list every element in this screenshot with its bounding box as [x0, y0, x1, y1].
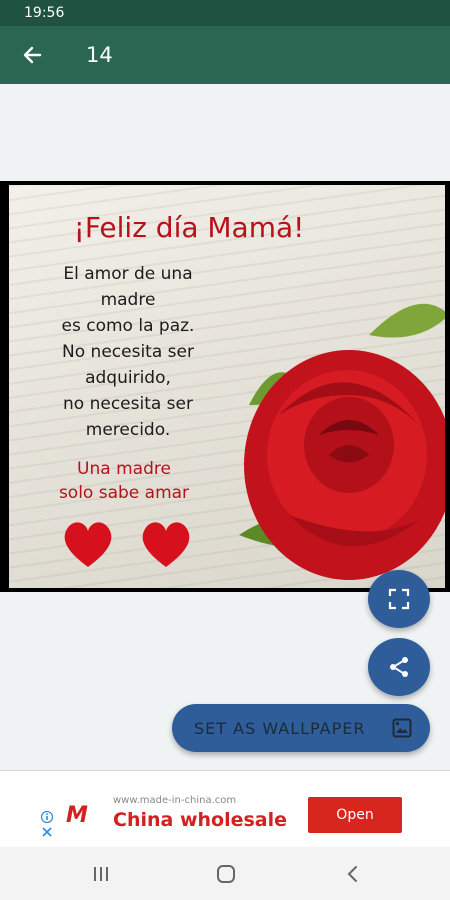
ad-headline: China wholesale	[113, 809, 288, 831]
image-quote: El amor de una madre es como la paz. No …	[23, 261, 233, 443]
system-nav-bar	[0, 847, 450, 900]
image-highlight: Una madre solo sabe amar	[49, 457, 199, 505]
ad-banner[interactable]: M www.made-in-china.com China wholesale …	[38, 789, 412, 841]
share-icon	[390, 657, 408, 677]
nav-back-button[interactable]	[333, 859, 373, 889]
ad-url: www.made-in-china.com	[113, 795, 237, 806]
set-wallpaper-label: SET AS WALLPAPER	[194, 718, 366, 738]
recents-icon	[94, 867, 108, 881]
wallpaper-preview[interactable]: ¡Feliz día Mamá! El amor de una madre es…	[0, 181, 450, 592]
highlight-line: solo sabe amar	[58, 483, 190, 503]
quote-line: madre	[100, 290, 156, 310]
quote-line: es como la paz.	[61, 316, 195, 336]
hearts-icon	[64, 522, 190, 567]
back-icon	[347, 866, 357, 882]
quote-line: adquirido,	[85, 368, 171, 388]
set-wallpaper-button[interactable]: SET AS WALLPAPER	[172, 704, 430, 752]
fullscreen-button[interactable]	[368, 570, 430, 628]
home-icon	[217, 865, 235, 883]
ad-open-button[interactable]: Open	[308, 797, 402, 833]
share-button[interactable]	[368, 638, 430, 696]
ad-info-icon[interactable]	[40, 811, 54, 839]
ad-logo: M	[66, 803, 88, 828]
back-button[interactable]	[12, 35, 52, 75]
recents-button[interactable]	[81, 859, 121, 889]
page-title: 14	[86, 43, 113, 67]
status-time: 19:56	[24, 5, 65, 21]
quote-line: El amor de una	[63, 264, 193, 284]
app-bar: 14	[0, 26, 450, 84]
fullscreen-icon	[388, 588, 410, 610]
wallpaper-image: ¡Feliz día Mamá! El amor de una madre es…	[9, 185, 445, 588]
quote-line: no necesita ser	[63, 394, 193, 414]
arrow-left-icon	[23, 46, 42, 64]
quote-line: merecido.	[85, 420, 171, 440]
highlight-line: Una madre	[77, 459, 171, 479]
quote-line: No necesita ser	[62, 342, 194, 362]
status-bar: 19:56	[0, 0, 450, 26]
red-rose-image	[239, 303, 445, 580]
image-title: ¡Feliz día Mamá!	[73, 211, 305, 244]
wallpaper-icon	[392, 718, 412, 738]
home-button[interactable]	[206, 859, 246, 889]
ad-container: M www.made-in-china.com China wholesale …	[0, 771, 450, 847]
